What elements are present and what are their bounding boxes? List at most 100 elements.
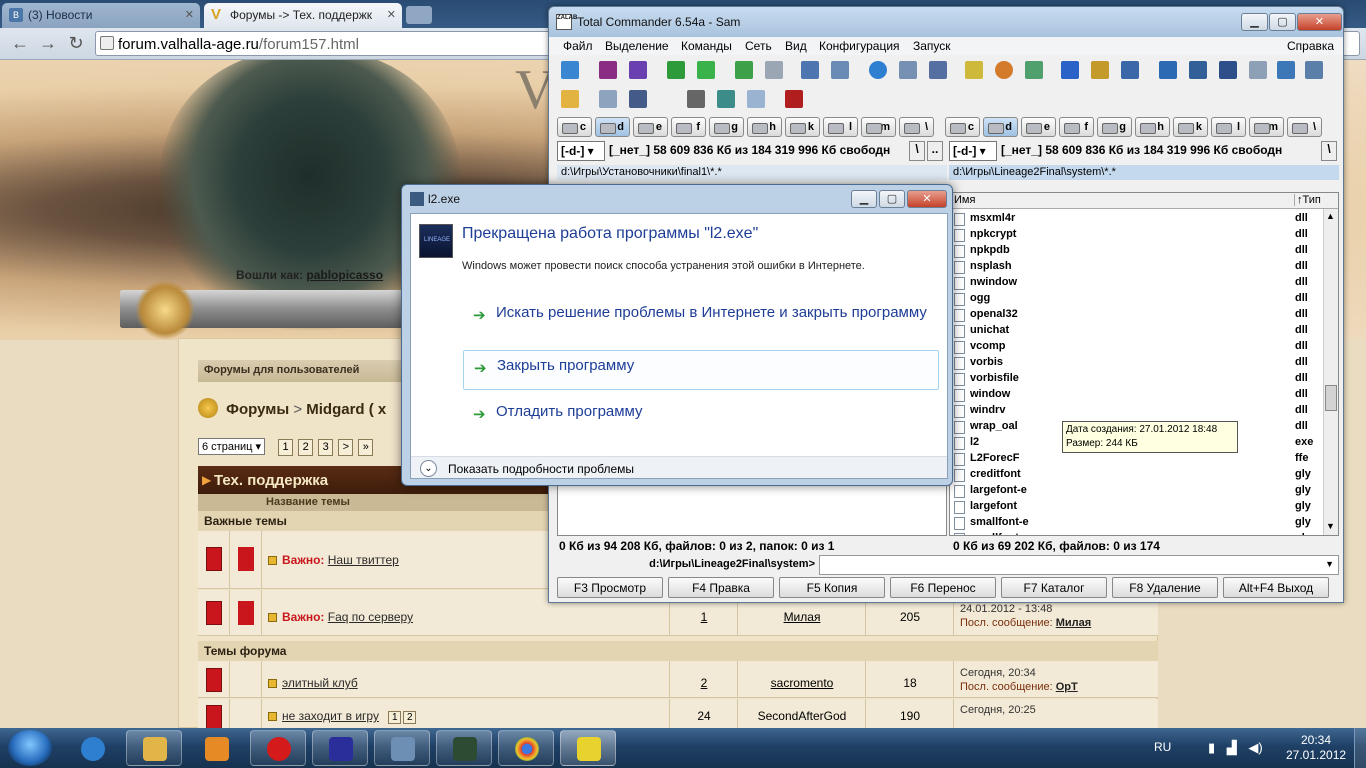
file-row[interactable]: vcomp dll [954, 339, 1324, 355]
file-row[interactable]: npkpdb dll [954, 243, 1324, 259]
red-app-icon[interactable] [785, 90, 803, 108]
ftp-icon[interactable] [899, 61, 917, 79]
calc-icon[interactable] [929, 61, 947, 79]
author-link[interactable]: sacromento [738, 676, 866, 690]
taskbar-total-commander[interactable] [560, 730, 616, 766]
menu-selection[interactable]: Выделение [605, 39, 669, 53]
star-icon[interactable] [1061, 61, 1079, 79]
close-icon[interactable]: ✕ [387, 8, 396, 21]
file-row[interactable]: vorbisfile dll [954, 371, 1324, 387]
author-name[interactable]: SecondAfterGod [738, 709, 866, 723]
show-desktop-button[interactable] [1354, 728, 1366, 768]
last-post-label[interactable]: Посл. сообщение: [960, 681, 1053, 693]
display-icon[interactable] [1159, 61, 1177, 79]
page-link[interactable]: 3 [318, 439, 334, 456]
scroll-down-icon[interactable]: ▼ [1326, 521, 1335, 531]
taskbar-network-app[interactable] [374, 730, 430, 766]
f6-move-button[interactable]: F6 Перенос [890, 577, 996, 598]
drive-l-button[interactable]: l [823, 117, 858, 137]
volume-icon[interactable]: ◀) [1248, 740, 1262, 755]
windows-start-icon[interactable] [8, 730, 52, 766]
reload-icon[interactable]: ↻ [64, 32, 88, 56]
signal-icon[interactable]: ▟ [1227, 740, 1237, 755]
right-file-panel[interactable]: Имя ↑Тип msxml4r dll npkcrypt dll npkpdb dll n… [949, 192, 1339, 536]
drive-c-button[interactable]: c [945, 117, 980, 137]
left-path[interactable]: d:\Игры\Установочники\final1\*.* [557, 165, 947, 180]
last-post-user[interactable]: Милая [1056, 617, 1091, 629]
menu-file[interactable]: Файл [563, 39, 593, 53]
chevron-down-icon[interactable]: ▼ [1325, 559, 1334, 569]
file-row[interactable]: msxml4r dll [954, 211, 1324, 227]
taskbar-terminal[interactable] [436, 730, 492, 766]
folder-icon[interactable] [561, 90, 579, 108]
menu-config[interactable]: Конфигурация [819, 39, 900, 53]
notepad-icon[interactable] [965, 61, 983, 79]
copy-names-icon[interactable] [765, 61, 783, 79]
topic-link[interactable]: элитный клуб [282, 676, 358, 690]
table-icon[interactable] [1025, 61, 1043, 79]
drive-m-button[interactable]: m [861, 117, 896, 137]
forward-icon[interactable]: → [36, 32, 60, 56]
close-button[interactable]: ✕ [1297, 13, 1342, 31]
search-solution-option[interactable]: ➔ Искать решение проблемы в Интернете и … [463, 298, 939, 327]
drive-g-button[interactable]: g [1097, 117, 1132, 137]
taskbar-save-app[interactable] [312, 730, 368, 766]
dialog-titlebar[interactable]: l2.exe ▁ ▢ ✕ [402, 185, 952, 213]
file-row[interactable]: smallfont-e gly [954, 515, 1324, 531]
battery-icon[interactable]: ▮ [1208, 740, 1215, 755]
speaker-icon[interactable] [687, 90, 705, 108]
drive-f-button[interactable]: f [1059, 117, 1094, 137]
last-post-label[interactable]: Посл. сообщение: [960, 617, 1053, 629]
topic-link[interactable]: Наш твиттер [328, 553, 399, 567]
archive-icon[interactable] [599, 61, 617, 79]
close-program-option[interactable]: ➔ Закрыть программу [463, 350, 939, 390]
drive-h-button[interactable]: h [747, 117, 782, 137]
maximize-button[interactable]: ▢ [1269, 13, 1296, 31]
replies-link[interactable]: 1 [670, 610, 738, 624]
users-icon[interactable] [599, 90, 617, 108]
language-indicator[interactable]: RU [1154, 740, 1171, 754]
menu-help[interactable]: Справка [1287, 39, 1334, 53]
unpack-icon[interactable] [629, 61, 647, 79]
taskbar-media-player[interactable] [188, 730, 244, 766]
topic-link[interactable]: не заходит в игру [282, 709, 379, 723]
menu-commands[interactable]: Команды [681, 39, 732, 53]
chevron-down-icon[interactable]: ⌄ [420, 460, 437, 477]
file-row[interactable]: windrv dll [954, 403, 1324, 419]
maximize-button[interactable]: ▢ [879, 190, 905, 208]
file-row[interactable]: ogg dll [954, 291, 1324, 307]
network-drive-icon[interactable] [1219, 61, 1237, 79]
select-icon[interactable] [831, 61, 849, 79]
f8-delete-button[interactable]: F8 Удаление [1112, 577, 1218, 598]
breadcrumb-root[interactable]: Форумы [226, 401, 289, 418]
root-button[interactable]: \ [1321, 141, 1337, 161]
drive-c-button[interactable]: c [557, 117, 592, 137]
left-drive-select[interactable]: [-d-] ▾ [557, 141, 605, 161]
page-last[interactable]: » [358, 439, 374, 456]
f4-edit-button[interactable]: F4 Правка [668, 577, 774, 598]
pages-dropdown[interactable]: 6 страниц ▾ [198, 438, 266, 455]
file-row[interactable]: nsplash dll [954, 259, 1324, 275]
page-link[interactable]: 2 [403, 711, 417, 724]
back-icon[interactable]: ← [8, 32, 32, 56]
drive-k-button[interactable]: k [785, 117, 820, 137]
root-button[interactable]: \ [909, 141, 925, 161]
page-next[interactable]: > [338, 439, 354, 456]
sync-icon[interactable] [1121, 61, 1139, 79]
file-row[interactable]: L2ForecF ffe [954, 451, 1324, 467]
file-row[interactable]: smallfont gly [954, 531, 1324, 535]
checklist-icon[interactable] [747, 90, 765, 108]
close-button[interactable]: ✕ [907, 190, 947, 208]
monitor-icon[interactable] [1189, 61, 1207, 79]
new-tab-button[interactable] [406, 6, 432, 24]
f7-mkdir-button[interactable]: F7 Каталог [1001, 577, 1107, 598]
updown-icon[interactable] [735, 61, 753, 79]
col-name[interactable]: Имя [954, 194, 975, 206]
settings-icon[interactable] [717, 90, 735, 108]
f3-view-button[interactable]: F3 Просмотр [557, 577, 663, 598]
topic-link[interactable]: Faq по серверу [328, 610, 413, 624]
tree-icon[interactable] [667, 61, 685, 79]
console-icon[interactable] [1277, 61, 1295, 79]
refresh-icon[interactable] [561, 61, 579, 79]
author-link[interactable]: Милая [738, 610, 866, 624]
